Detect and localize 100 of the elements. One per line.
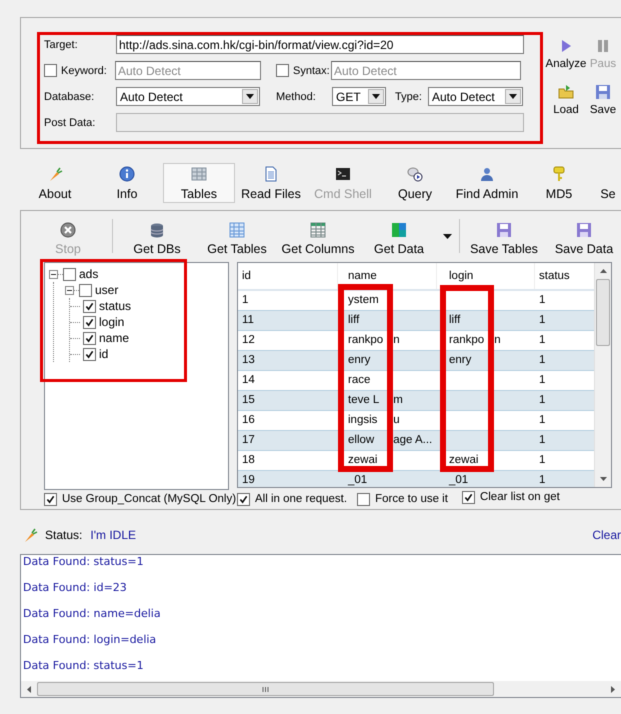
checkbox[interactable] [276, 64, 289, 77]
toolbar-button[interactable]: Load [545, 84, 587, 116]
checkbox[interactable] [44, 64, 57, 77]
checkbox-label[interactable]: Clear list on get [480, 491, 560, 503]
checkbox-label[interactable]: All in one request. [255, 493, 348, 505]
caret-icon [509, 94, 517, 99]
toolbar-button[interactable]: Save Tables [464, 216, 544, 256]
table-cell-text: _01 [448, 473, 470, 487]
table-cell-text: 17 [241, 433, 256, 448]
column-header[interactable]: name [338, 263, 437, 289]
checkbox[interactable] [462, 490, 475, 504]
table-cell-text: 1 [538, 353, 546, 368]
tab[interactable]: Query [379, 163, 451, 203]
field-label: Target: [44, 38, 79, 50]
input-field[interactable]: Auto Detect [115, 61, 261, 80]
table-cell-text: ystem [347, 293, 380, 308]
caret-icon [442, 234, 452, 238]
table-cell-text: 1 [538, 433, 546, 448]
tree-item[interactable]: login [99, 315, 124, 329]
log-line: Data Found: id=23 [23, 581, 128, 596]
arrow-icon [600, 269, 606, 273]
table-cell-text: _01 [346, 473, 368, 487]
toolbar-button[interactable]: Get Data [359, 216, 439, 256]
table-cell-text: 13 [241, 353, 256, 368]
field-label: Post Data: [44, 116, 96, 128]
toolbar-button[interactable]: Analyze [545, 38, 587, 70]
database-icon [149, 222, 165, 238]
tab[interactable]: Find Admin [451, 163, 523, 203]
carrot-icon [47, 166, 63, 182]
tree-item[interactable]: user [95, 283, 118, 297]
table-cell-text: teve L m [347, 393, 404, 408]
tree-item[interactable]: status [99, 299, 132, 313]
dropdown[interactable]: Auto Detect [116, 87, 260, 106]
input-field[interactable]: Auto Detect [331, 61, 521, 80]
dropdown[interactable]: Auto Detect [428, 87, 523, 106]
checkbox[interactable] [83, 300, 96, 312]
tree-item[interactable]: ads [79, 267, 98, 281]
checkbox[interactable] [83, 348, 96, 360]
expand-toggle[interactable] [65, 286, 74, 294]
table-cell-text: 1 [538, 393, 546, 408]
horizontal-scrollbar[interactable] [21, 681, 621, 697]
stop-icon [60, 222, 76, 238]
key-icon [551, 166, 567, 182]
log-line: Data Found: status=1 [23, 555, 145, 570]
arrow-icon [27, 686, 31, 692]
toolbar-button[interactable]: Get DBs [117, 216, 197, 256]
field-label: Type: [395, 90, 423, 102]
toolbar-button[interactable]: Get Tables [197, 216, 277, 256]
pause-icon [595, 38, 611, 54]
field-label: Syntax: [293, 64, 331, 76]
checkbox[interactable] [237, 492, 250, 506]
tab[interactable]: Read Files [235, 163, 307, 203]
checkbox[interactable] [79, 284, 92, 296]
table-cell-text: 1 [538, 453, 546, 468]
clear-link[interactable]: Clear [592, 528, 621, 542]
vertical-scrollbar[interactable] [594, 263, 611, 487]
table-cell-text: 14 [241, 373, 256, 388]
table-cell-text: liff [347, 313, 360, 328]
table-cell-text: rankpo n [347, 333, 401, 348]
tree-item[interactable]: id [99, 347, 108, 361]
input-field[interactable]: http://ads.sina.com.hk/cgi-bin/format/view.cgi?id=20 [116, 35, 524, 54]
table-cell-text: enry [347, 353, 372, 368]
field-label: Database: [44, 90, 96, 102]
toolbar-button[interactable]: Save Data [544, 216, 621, 256]
expand-toggle[interactable] [49, 270, 58, 278]
tab[interactable]: Info [91, 163, 163, 203]
tab[interactable]: Se [595, 163, 621, 203]
arrow-icon [611, 686, 615, 692]
column-header[interactable]: login [437, 263, 535, 289]
table-icon [191, 166, 207, 182]
toolbar-button[interactable]: Get Columns [277, 216, 359, 256]
scroll-thumb[interactable] [596, 279, 610, 346]
checkbox-label[interactable]: Use Group_Concat (MySQL Only) [62, 493, 236, 505]
grip-icon [262, 686, 269, 692]
checkbox-label[interactable]: Force to use it [375, 493, 448, 505]
terminal-icon [335, 166, 351, 182]
checkbox[interactable] [63, 268, 76, 280]
status-text: I'm IDLE [90, 528, 136, 542]
tab[interactable]: Tables [163, 163, 235, 203]
toolbar-button[interactable]: Save [587, 84, 619, 116]
checkbox[interactable] [83, 332, 96, 344]
table-cell-text: race [347, 373, 372, 388]
table-cell-text: 1 [538, 313, 546, 328]
column-header[interactable]: id [238, 263, 338, 289]
table-cell-text: zewai [448, 453, 480, 468]
tab[interactable]: About [19, 163, 91, 203]
checkbox[interactable] [357, 492, 370, 506]
document-icon [263, 166, 279, 182]
chat-bubbles-icon [407, 166, 423, 182]
caret-icon [372, 94, 380, 99]
table-cell-text: 16 [241, 413, 256, 428]
table-cell-text: 1 [538, 293, 546, 308]
tree-item[interactable]: name [99, 331, 130, 345]
tab[interactable]: MD5 [523, 163, 595, 203]
field-label: Keyword: [61, 64, 108, 76]
color-blocks-icon [391, 222, 407, 238]
dropdown[interactable]: GET [332, 87, 386, 106]
checkbox[interactable] [44, 492, 57, 506]
checkbox[interactable] [83, 316, 96, 328]
log-line: Data Found: status=1 [23, 659, 145, 674]
